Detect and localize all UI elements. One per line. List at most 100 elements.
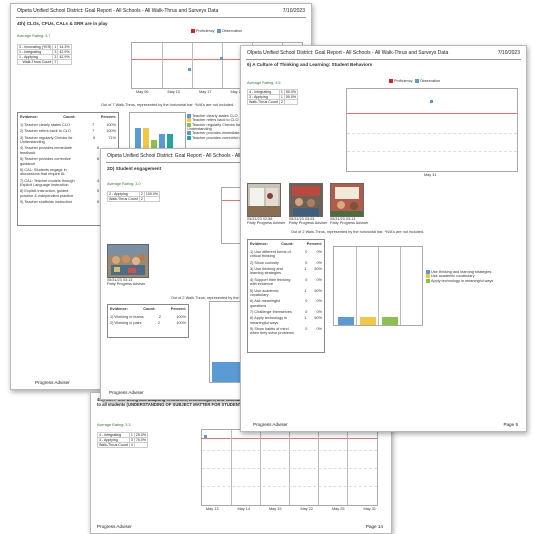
- evidence-count: 7: [92, 129, 95, 134]
- evidence-percent: 100%: [106, 129, 116, 134]
- proficiency-swatch-icon: [191, 29, 195, 33]
- evidence-col-count: Count:: [63, 115, 76, 119]
- chart-legend: Proficiency Observation: [389, 79, 440, 83]
- table-row: 2) Teacher refers back to CLO 7 100%: [20, 129, 116, 133]
- table-row: Walk-Thrus Count 4: [97, 442, 149, 448]
- evidence-count: 0: [305, 327, 308, 332]
- legend-proficiency: Proficiency: [394, 79, 413, 83]
- evidence-label: 2) Working in pairs: [110, 321, 142, 326]
- table-row: 8) Apply technology in meaningful ways 1 5…: [250, 316, 322, 325]
- evidence-label: 2) Teacher refers back to CLO: [20, 129, 71, 134]
- table-row: 7) Challenge themselves 0 0%: [250, 310, 322, 314]
- evidence-bar: [382, 317, 398, 325]
- legend-proficiency: Proficiency: [196, 29, 215, 33]
- table-row: 6) Ask meaningful questions 0 0%: [250, 299, 322, 308]
- proficiency-chart: [346, 88, 518, 172]
- x-tick: May 14: [237, 507, 250, 511]
- observation-swatch-icon: [216, 29, 221, 33]
- photo-author: Patty Progress Adviser: [247, 221, 286, 226]
- proficiency-chart: [201, 429, 378, 506]
- avg-value: 3.5: [275, 81, 281, 85]
- evidence-label: 8) Apply technology in meaningful ways: [250, 316, 288, 325]
- observation-point: [204, 435, 207, 438]
- evidence-count: 0: [305, 260, 308, 265]
- evidence-label: 4) Support their thinking with evidence: [250, 277, 291, 287]
- evidence-percent: 0%: [316, 299, 323, 304]
- evidence-label: 1) Teacher clearly states CLO: [20, 123, 70, 127]
- table-row: 3) Teacher regularly Checks for Understa…: [20, 136, 116, 145]
- evidence-rows: 1) Working in teams 2 100% 2) Working in p…: [110, 315, 186, 326]
- observation-point: [430, 100, 433, 103]
- evidence-label: 8) Explicit instruction, guided practice…: [20, 189, 74, 198]
- summary-percent: 50.0%: [283, 94, 299, 100]
- evidence-col-label: Evidence:: [250, 242, 268, 246]
- page-header: Olpeta Unified School District: Goal Rep…: [17, 8, 305, 14]
- header-rule: [246, 59, 521, 60]
- summary-label: 3 - Innovating (YES): [16, 44, 54, 50]
- walkthru-label: Walk-Thrus Count: [247, 99, 280, 105]
- evidence-count: 5: [93, 135, 96, 140]
- classroom-photo[interactable]: [247, 183, 281, 217]
- table-row: Walk-Thrus Count 7: [16, 59, 72, 65]
- x-tick: May 06: [136, 90, 149, 94]
- table-row: Walk-Thrus Count 2: [247, 99, 299, 105]
- evidence-percent: 100%: [176, 321, 186, 326]
- classroom-photo-icon: [290, 184, 322, 216]
- avg-label: Average Rating:: [107, 182, 135, 186]
- evidence-rows: 1) Use different forms of critical think…: [250, 250, 322, 336]
- table-row: 2) Show curiosity 0 0%: [250, 261, 322, 265]
- chart-legend: Proficiency Observation: [191, 29, 242, 33]
- section-title: 4th) CLOs, CFUs, CALs & SRR are in play: [17, 21, 108, 26]
- classroom-photo[interactable]: [107, 244, 149, 278]
- table-row: 1) Use different forms of critical think…: [250, 250, 322, 259]
- classroom-photo[interactable]: [289, 183, 323, 217]
- header-date: 7/10/2023: [497, 50, 520, 56]
- classroom-photo-icon: [331, 184, 363, 216]
- evidence-count: 7: [92, 123, 95, 127]
- summary-percent: 25.0%: [133, 432, 149, 438]
- evidence-label: 7) Challenge themselves: [250, 309, 292, 314]
- avg-value: 3.0: [135, 182, 141, 186]
- observation-swatch-icon: [414, 79, 419, 83]
- average-rating: Average Rating: 3.5: [247, 81, 281, 85]
- table-row: 1) Working in teams 2 100%: [110, 315, 186, 319]
- header-rule: [16, 17, 306, 18]
- evidence-percent: 0%: [316, 309, 323, 314]
- evidence-header: Evidence: Count: Percent:: [20, 115, 116, 119]
- evidence-count: 5: [96, 189, 100, 194]
- document-stack: { "page1": { "header_left": "Olpeta Unif…: [0, 0, 533, 534]
- x-tick: May 19: [269, 507, 282, 511]
- page-footer: Progress Adviser: [109, 390, 144, 395]
- classroom-photo-icon: [248, 184, 280, 216]
- page-header: Olpeta Unified School District: Goal Rep…: [247, 50, 520, 56]
- evidence-label: 6) CAL: Students engage in discussions t…: [20, 167, 67, 177]
- evidence-percent: 50%: [314, 288, 322, 293]
- observation-point: [220, 57, 223, 60]
- evidence-table: Evidence: Count: Percent: 1) Working in te…: [107, 304, 189, 338]
- table-row: 3 - Innovating (YES) 1 14.3%: [16, 44, 72, 50]
- summary-percent: 42.9%: [57, 54, 72, 60]
- evidence-label: 1) Working in teams: [110, 315, 144, 319]
- evidence-count: 1: [304, 316, 307, 321]
- x-tick: May 17: [199, 90, 212, 94]
- header-date: 7/10/2023: [282, 8, 305, 14]
- evidence-label: 5) Teacher provides corrective guidance: [20, 157, 71, 166]
- average-rating: Average Rating: 3.3: [97, 423, 131, 427]
- photo-author: Patty Progress Adviser: [289, 221, 328, 226]
- evidence-percent: 71%: [108, 135, 116, 140]
- chart-caption: Out of 2 Walk-Thrus, represented by the …: [291, 230, 425, 234]
- evidence-percent: 50%: [314, 316, 322, 321]
- evidence-col-count: Count:: [143, 307, 156, 311]
- summary-table: 3 - Innovating (YES) 1 14.3% 1 - Integrati…: [16, 44, 72, 65]
- evidence-bar: [338, 317, 354, 325]
- table-row: 2) Working in pairs 2 100%: [110, 321, 186, 325]
- table-row: 5) Use academic vocabulary 1 50%: [250, 289, 322, 298]
- evidence-table: Evidence: Count: Percent: 1) Use different…: [247, 239, 325, 353]
- photo-author: Patty Progress Adviser: [107, 282, 146, 287]
- x-tick: May 31: [424, 173, 437, 177]
- avg-label: Average Rating:: [97, 423, 125, 427]
- classroom-photo[interactable]: [330, 183, 364, 217]
- evidence-label: 3) Teacher regularly Checks for Understa…: [20, 135, 73, 145]
- header-title: Olpeta Unified School District: Goal Rep…: [247, 50, 449, 56]
- evidence-legend: Use thinking and learning strategies Use…: [426, 270, 521, 283]
